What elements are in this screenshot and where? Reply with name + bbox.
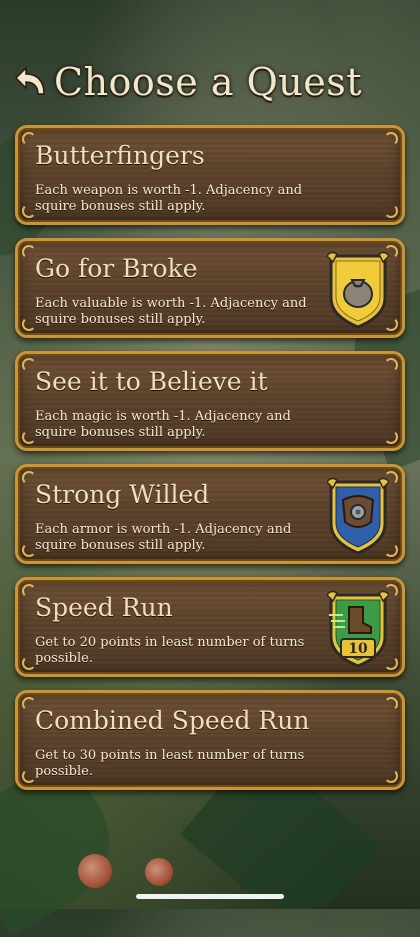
quest-title: Speed Run (35, 593, 173, 622)
quest-description: Each armor is worth -1. Adjacency and sq… (35, 522, 292, 553)
quest-description: Get to 20 points in least number of turn… (35, 635, 305, 666)
quest-card-see-it-to-believe-it[interactable]: See it to Believe it Each magic is worth… (15, 351, 405, 451)
quest-title: See it to Believe it (35, 367, 268, 396)
home-indicator[interactable] (136, 894, 284, 899)
quest-title: Go for Broke (35, 254, 198, 283)
money-bag-shield-icon (327, 251, 389, 329)
quest-description: Each weapon is worth -1. Adjacency and s… (35, 183, 303, 214)
header: Choose a Quest (14, 56, 362, 108)
quest-description: Each magic is worth -1. Adjacency and sq… (35, 409, 291, 440)
quest-description: Get to 30 points in least number of turn… (35, 748, 305, 779)
quest-card-strong-willed[interactable]: Strong Willed Each armor is worth -1. Ad… (15, 464, 405, 564)
quest-title: Strong Willed (35, 480, 210, 509)
background-flower (78, 854, 112, 888)
page-title: Choose a Quest (54, 60, 362, 104)
background-flower (145, 858, 173, 886)
armor-shield-icon (327, 477, 389, 555)
speed-boot-shield-icon: 10 (327, 590, 389, 668)
speed-badge-number: 10 (348, 641, 368, 657)
quest-description: Each valuable is worth -1. Adjacency and… (35, 296, 307, 327)
quest-card-speed-run[interactable]: Speed Run Get to 20 points in least numb… (15, 577, 405, 677)
quest-title: Butterfingers (35, 141, 205, 170)
quest-card-combined-speed-run[interactable]: Combined Speed Run Get to 30 points in l… (15, 690, 405, 790)
back-arrow-icon[interactable] (14, 64, 50, 100)
quest-title: Combined Speed Run (35, 706, 310, 735)
quest-card-go-for-broke[interactable]: Go for Broke Each valuable is worth -1. … (15, 238, 405, 338)
quest-card-butterfingers[interactable]: Butterfingers Each weapon is worth -1. A… (15, 125, 405, 225)
